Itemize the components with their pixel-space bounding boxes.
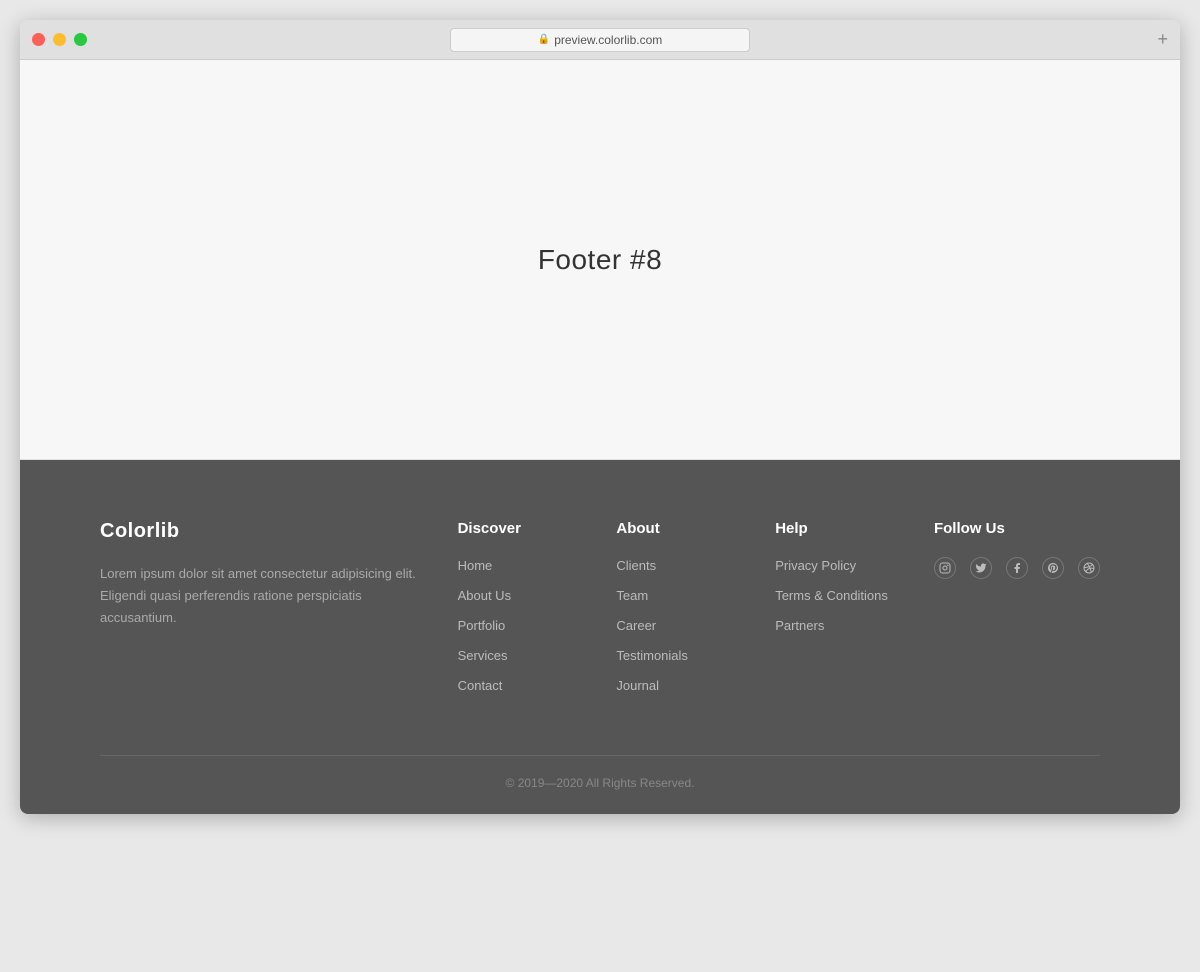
discover-home-link[interactable]: Home <box>458 558 493 573</box>
browser-window: 🔒 preview.colorlib.com + Footer #8 Color… <box>20 20 1180 814</box>
about-journal-link[interactable]: Journal <box>616 678 659 693</box>
list-item: Career <box>616 617 775 635</box>
about-title: About <box>616 520 775 537</box>
help-title: Help <box>775 520 934 537</box>
page-content: Footer #8 Colorlib Lorem ipsum dolor sit… <box>20 60 1180 814</box>
list-item: Partners <box>775 617 934 635</box>
list-item: Privacy Policy <box>775 557 934 575</box>
footer-col-discover: Discover Home About Us Portfolio Service… <box>458 520 617 695</box>
about-testimonials-link[interactable]: Testimonials <box>616 648 688 663</box>
lock-icon: 🔒 <box>538 34 550 45</box>
help-privacy-link[interactable]: Privacy Policy <box>775 558 856 573</box>
list-item: Clients <box>616 557 775 575</box>
list-item: Terms & Conditions <box>775 587 934 605</box>
footer: Colorlib Lorem ipsum dolor sit amet cons… <box>20 460 1180 814</box>
list-item: Contact <box>458 677 617 695</box>
copyright-text: © 2019—2020 All Rights Reserved. <box>100 776 1100 790</box>
footer-col-about: About Clients Team Career Testimonials J… <box>616 520 775 695</box>
about-team-link[interactable]: Team <box>616 588 648 603</box>
discover-title: Discover <box>458 520 617 537</box>
list-item: Services <box>458 647 617 665</box>
twitter-icon[interactable] <box>970 557 992 579</box>
dribbble-icon[interactable] <box>1078 557 1100 579</box>
address-bar[interactable]: 🔒 preview.colorlib.com <box>450 28 750 52</box>
list-item: Home <box>458 557 617 575</box>
discover-services-link[interactable]: Services <box>458 648 508 663</box>
about-links: Clients Team Career Testimonials Journal <box>616 557 775 695</box>
list-item: Portfolio <box>458 617 617 635</box>
brand-name: Colorlib <box>100 520 418 543</box>
footer-col-help: Help Privacy Policy Terms & Conditions P… <box>775 520 934 695</box>
close-button[interactable] <box>32 33 45 46</box>
about-career-link[interactable]: Career <box>616 618 656 633</box>
help-links: Privacy Policy Terms & Conditions Partne… <box>775 557 934 635</box>
brand-description: Lorem ipsum dolor sit amet consectetur a… <box>100 563 418 629</box>
page-title: Footer #8 <box>538 244 662 276</box>
discover-contact-link[interactable]: Contact <box>458 678 503 693</box>
list-item: Testimonials <box>616 647 775 665</box>
maximize-button[interactable] <box>74 33 87 46</box>
main-area: Footer #8 <box>20 60 1180 460</box>
url-text: preview.colorlib.com <box>554 33 662 47</box>
footer-brand: Colorlib Lorem ipsum dolor sit amet cons… <box>100 520 458 695</box>
footer-main: Colorlib Lorem ipsum dolor sit amet cons… <box>100 520 1100 755</box>
list-item: Journal <box>616 677 775 695</box>
help-partners-link[interactable]: Partners <box>775 618 824 633</box>
list-item: Team <box>616 587 775 605</box>
social-icons <box>934 557 1100 579</box>
instagram-icon[interactable] <box>934 557 956 579</box>
minimize-button[interactable] <box>53 33 66 46</box>
footer-bottom: © 2019—2020 All Rights Reserved. <box>100 756 1100 814</box>
footer-col-follow: Follow Us <box>934 520 1100 695</box>
discover-aboutus-link[interactable]: About Us <box>458 588 511 603</box>
browser-titlebar: 🔒 preview.colorlib.com + <box>20 20 1180 60</box>
follow-title: Follow Us <box>934 520 1100 537</box>
discover-portfolio-link[interactable]: Portfolio <box>458 618 506 633</box>
about-clients-link[interactable]: Clients <box>616 558 656 573</box>
list-item: About Us <box>458 587 617 605</box>
pinterest-icon[interactable] <box>1042 557 1064 579</box>
discover-links: Home About Us Portfolio Services Contact <box>458 557 617 695</box>
help-terms-link[interactable]: Terms & Conditions <box>775 588 888 603</box>
facebook-icon[interactable] <box>1006 557 1028 579</box>
new-tab-button[interactable]: + <box>1157 29 1168 50</box>
